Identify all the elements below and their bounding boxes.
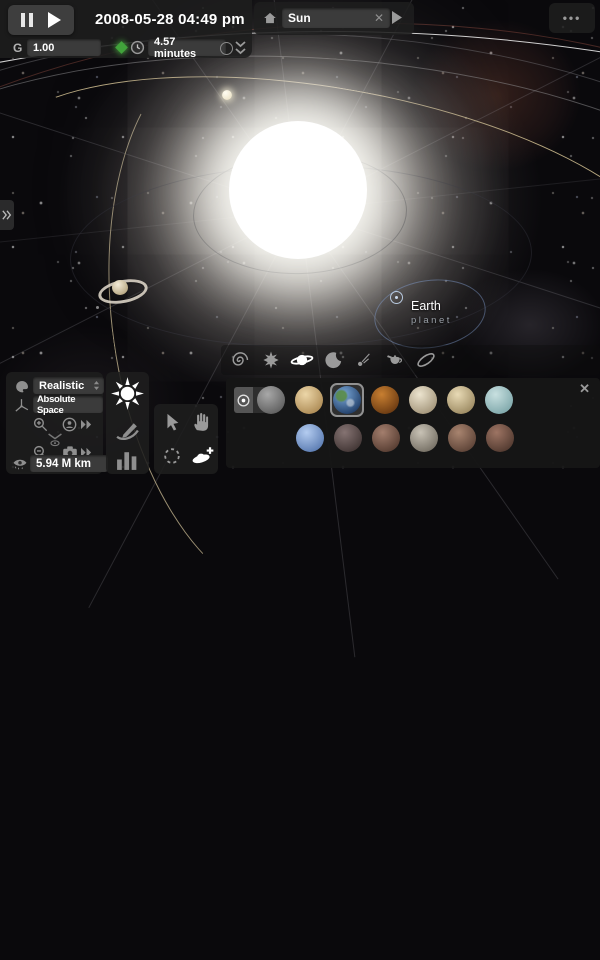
playback-controls (8, 5, 74, 35)
planet-swatch-moon-b[interactable] (407, 421, 441, 455)
inner-planet-body[interactable] (222, 90, 232, 100)
planet-swatch-pluto[interactable] (331, 421, 365, 455)
planet-row-1 (254, 383, 516, 417)
planet-row-2 (293, 421, 517, 455)
planet-swatch-earth[interactable] (330, 383, 364, 417)
simulation-datetime[interactable]: 2008-05-28 04:49 pm (95, 11, 245, 28)
visual-style-select[interactable]: Realistic (33, 377, 104, 394)
selection-circle-tool-icon[interactable] (162, 446, 182, 466)
planet-swatch-neptune[interactable] (293, 421, 327, 455)
star-mode-icon[interactable] (110, 376, 145, 411)
add-body-tool-icon[interactable] (190, 444, 214, 468)
clear-focus-icon[interactable]: ✕ (374, 11, 384, 25)
follow-target-icon[interactable] (61, 416, 78, 433)
timestep-input[interactable]: 4.57 minutes (148, 39, 226, 56)
earth-icon (333, 386, 361, 414)
focus-input[interactable]: Sun ✕ (282, 8, 390, 28)
earth-type-label: planet (411, 315, 452, 326)
sidebar-expander[interactable] (0, 200, 14, 230)
sun-body[interactable] (229, 121, 367, 259)
planet-swatch-moon-d[interactable] (483, 421, 517, 455)
time-panel: 2008-05-28 04:49 pm G 1.00 4.57 minutes (0, 0, 252, 58)
loop-toggle[interactable] (220, 42, 233, 55)
tab-teapot-icon[interactable] (382, 346, 408, 374)
venus-icon (295, 386, 323, 414)
planet-swatch-saturn[interactable] (444, 383, 478, 417)
planet-swatch-moon-a[interactable] (369, 421, 403, 455)
pluto-icon (334, 424, 362, 452)
focus-panel: Sun ✕ (254, 2, 414, 35)
ellipsis-icon: ••• (563, 11, 582, 25)
planet-swatch-jupiter[interactable] (406, 383, 440, 417)
close-palette-button[interactable]: ✕ (579, 381, 590, 397)
gravity-input[interactable]: 1.00 (27, 39, 101, 56)
axes-icon (13, 397, 30, 414)
mode-column-panel (106, 372, 149, 474)
planet-swatch-uranus[interactable] (482, 383, 516, 417)
tool-panel (154, 404, 218, 474)
category-tab-strip (221, 345, 600, 375)
neptune-icon (296, 424, 324, 452)
planet-swatch-venus[interactable] (292, 383, 326, 417)
uranus-icon (485, 386, 513, 414)
saturn-body[interactable] (98, 272, 146, 308)
body-palette-panel: ✕ (226, 378, 600, 468)
fast-forward-icon[interactable] (80, 419, 93, 430)
saturn-sphere (112, 280, 128, 295)
spinner-arrows-icon (92, 379, 101, 392)
timeline-marker[interactable] (115, 41, 128, 54)
jupiter-icon (409, 386, 437, 414)
planet-swatch-mars[interactable] (368, 383, 402, 417)
zoom-in-icon[interactable] (32, 416, 49, 433)
eye-icon (12, 457, 28, 470)
clock-icon (130, 40, 145, 55)
view-distance-input[interactable]: 5.94 M km (30, 455, 108, 472)
saturn-icon (447, 386, 475, 414)
moon-c-icon (448, 424, 476, 452)
pause-button[interactable] (20, 12, 34, 28)
earth-selection-marker[interactable] (390, 291, 403, 304)
planet-swatch-moon-c[interactable] (445, 421, 479, 455)
gravity-label: G (13, 41, 22, 55)
mars-icon (371, 386, 399, 414)
overflow-menu-button[interactable]: ••• (549, 3, 595, 33)
moon-b-icon (410, 424, 438, 452)
tab-ring-icon[interactable] (413, 346, 439, 374)
view-settings-panel: Realistic Absolute Space 5.94 M km (6, 372, 103, 474)
moon-d-icon (486, 424, 514, 452)
hand-tool-icon[interactable] (191, 411, 211, 432)
tab-comet-icon[interactable] (351, 346, 377, 374)
play-button[interactable] (46, 11, 62, 29)
tab-galaxy-icon[interactable] (227, 346, 253, 374)
planet-swatch-mercury[interactable] (254, 383, 288, 417)
mercury-icon (257, 386, 285, 414)
bar-chart-icon[interactable] (115, 448, 140, 471)
palette-icon (14, 379, 30, 395)
tab-moon-icon[interactable] (320, 346, 346, 374)
tab-planet-icon[interactable] (289, 346, 315, 374)
reference-frame-select[interactable]: Absolute Space (33, 396, 103, 413)
pen-icon[interactable] (114, 417, 141, 444)
earth-label[interactable]: Earth (411, 299, 441, 313)
focus-play-icon[interactable] (390, 10, 403, 25)
moon-a-icon (372, 424, 400, 452)
double-chevron-down-icon[interactable] (234, 40, 247, 57)
tab-star-icon[interactable] (258, 346, 284, 374)
home-icon[interactable] (262, 10, 278, 26)
body-marker (96, 306, 99, 309)
orbit-place-mode-button[interactable] (234, 387, 253, 413)
cursor-tool-icon[interactable] (162, 412, 182, 432)
